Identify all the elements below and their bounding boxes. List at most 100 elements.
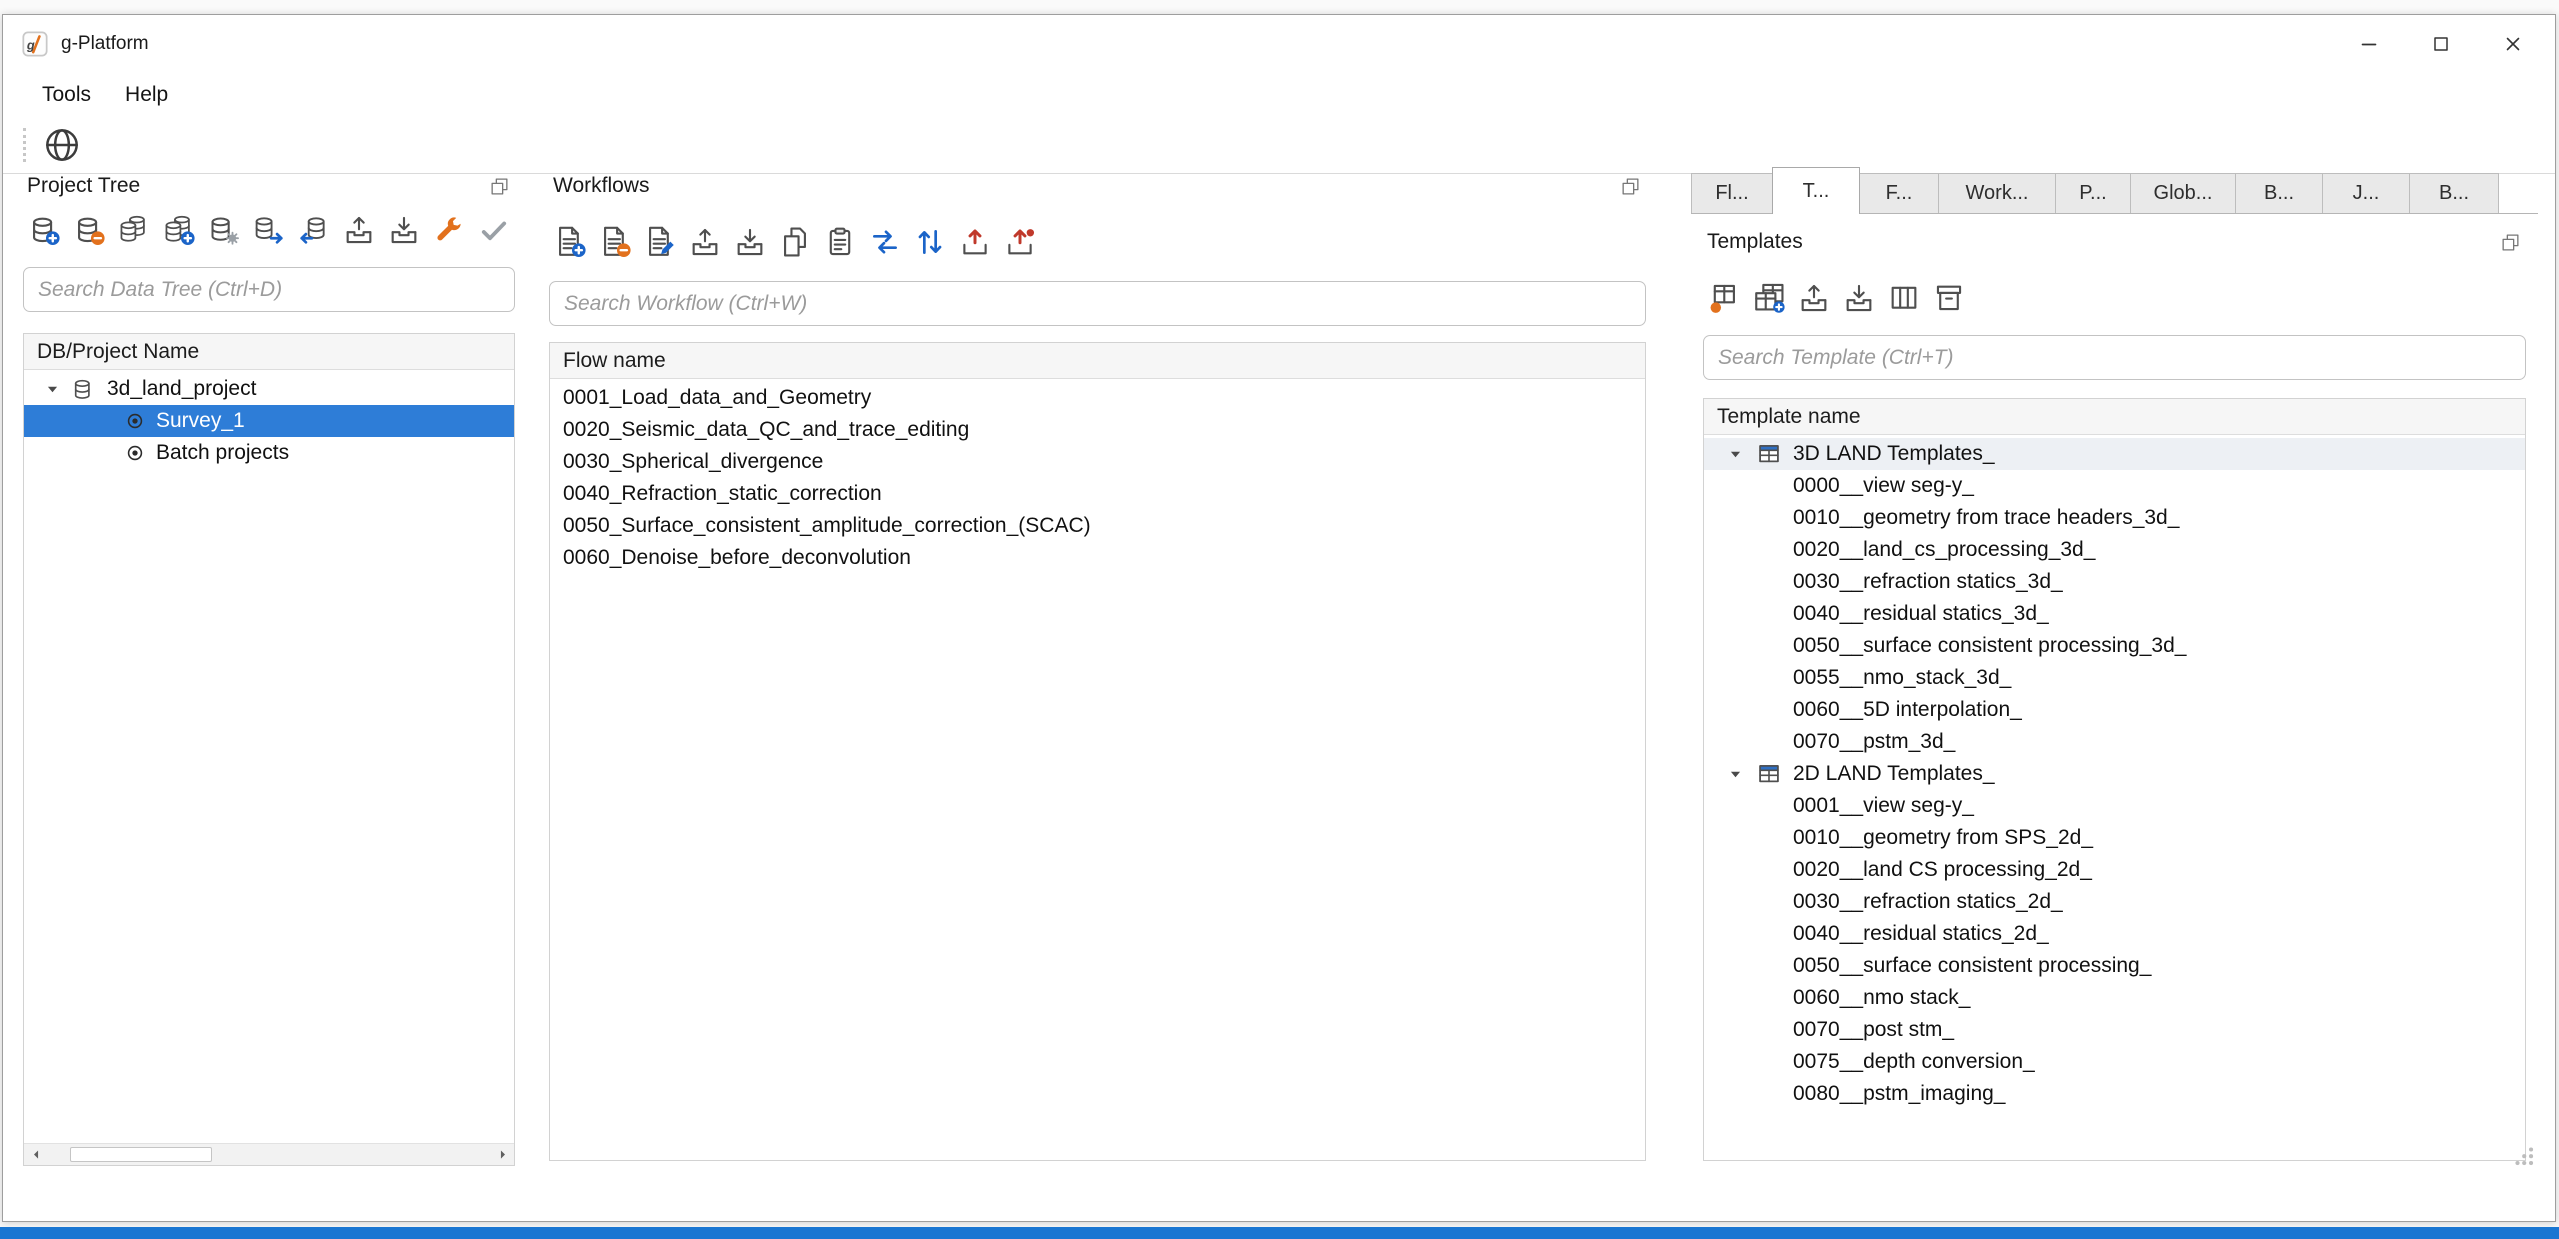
push-database-button[interactable] xyxy=(251,213,286,248)
tab-work[interactable]: Work... xyxy=(1938,173,2056,213)
add-template-button[interactable] xyxy=(1706,281,1741,316)
template-group-2d-land[interactable]: 2D LAND Templates_ xyxy=(1704,758,2525,790)
db-project-name-header[interactable]: DB/Project Name xyxy=(24,334,514,370)
template-row[interactable]: 0060__5D interpolation_ xyxy=(1704,694,2525,726)
pull-database-button[interactable] xyxy=(296,213,331,248)
tab-j[interactable]: J... xyxy=(2322,173,2410,213)
archive-template-button[interactable] xyxy=(1931,281,1966,316)
export-flow-button[interactable] xyxy=(687,225,722,260)
tab-b2[interactable]: B... xyxy=(2409,173,2499,213)
template-row[interactable]: 0040__residual statics_2d_ xyxy=(1704,918,2525,950)
edit-flow-button[interactable] xyxy=(642,225,677,260)
float-panel-icon[interactable] xyxy=(2500,232,2521,253)
push-database-icon xyxy=(252,213,286,247)
swap-flow-button[interactable] xyxy=(867,225,902,260)
template-row[interactable]: 0060__nmo stack_ xyxy=(1704,982,2525,1014)
caret-down-icon[interactable] xyxy=(1726,765,1745,784)
copy-database-button[interactable] xyxy=(116,213,151,248)
tree-row-batch-projects[interactable]: Batch projects xyxy=(24,437,514,469)
add-database-button[interactable] xyxy=(26,213,61,248)
swap-flow-icon xyxy=(868,225,902,259)
horizontal-scrollbar[interactable] xyxy=(24,1143,514,1165)
close-button[interactable] xyxy=(2477,15,2549,73)
scrollbar-thumb[interactable] xyxy=(70,1147,212,1162)
caret-down-icon[interactable] xyxy=(43,380,62,399)
scroll-left-icon[interactable] xyxy=(24,1144,48,1165)
template-row[interactable]: 0030__refraction statics_3d_ xyxy=(1704,566,2525,598)
template-group-3d-land[interactable]: 3D LAND Templates_ xyxy=(1704,438,2525,470)
transfer-flow-button[interactable] xyxy=(912,225,947,260)
import-archive-button[interactable] xyxy=(386,213,421,248)
tab-f[interactable]: F... xyxy=(1859,173,1939,213)
menu-bar: Tools Help xyxy=(3,73,2555,117)
scroll-right-icon[interactable] xyxy=(490,1144,514,1165)
flow-row[interactable]: 0001_Load_data_and_Geometry xyxy=(550,382,1645,414)
template-row[interactable]: 0075__depth conversion_ xyxy=(1704,1046,2525,1078)
remove-database-button[interactable] xyxy=(71,213,106,248)
project-label: 3d_land_project xyxy=(107,377,256,401)
run-flow-button[interactable] xyxy=(957,225,992,260)
search-data-tree-input[interactable] xyxy=(30,278,508,302)
export-template-button[interactable] xyxy=(1796,281,1831,316)
template-columns-button[interactable] xyxy=(1886,281,1921,316)
clone-database-button[interactable] xyxy=(161,213,196,248)
flow-row[interactable]: 0030_Spherical_divergence xyxy=(550,446,1645,478)
paste-flow-button[interactable] xyxy=(822,225,857,260)
tree-row-project[interactable]: 3d_land_project xyxy=(24,373,514,405)
tab-glob[interactable]: Glob... xyxy=(2130,173,2236,213)
copy-template-button[interactable] xyxy=(1751,281,1786,316)
float-panel-icon[interactable] xyxy=(1620,176,1641,197)
tab-fl[interactable]: Fl... xyxy=(1691,173,1773,213)
remove-flow-button[interactable] xyxy=(597,225,632,260)
tab-b1[interactable]: B... xyxy=(2235,173,2323,213)
workflows-panel: Workflows Flow name 0001_Load_data_and_G… xyxy=(549,168,1646,1161)
search-template-input[interactable] xyxy=(1710,346,2519,370)
globe-icon[interactable] xyxy=(42,125,82,165)
flow-row[interactable]: 0060_Denoise_before_deconvolution xyxy=(550,542,1645,574)
template-name-header[interactable]: Template name xyxy=(1704,399,2525,435)
flow-name-header[interactable]: Flow name xyxy=(550,343,1645,379)
template-row[interactable]: 0070__post stm_ xyxy=(1704,1014,2525,1046)
add-flow-button[interactable] xyxy=(552,225,587,260)
apply-check-button[interactable] xyxy=(476,213,511,248)
menu-help[interactable]: Help xyxy=(108,73,185,117)
menu-tools[interactable]: Tools xyxy=(25,73,108,117)
minimize-button[interactable] xyxy=(2333,15,2405,73)
caret-down-icon[interactable] xyxy=(1726,445,1745,464)
flow-row[interactable]: 0020_Seismic_data_QC_and_trace_editing xyxy=(550,414,1645,446)
run-flow-batch-button[interactable] xyxy=(1002,225,1037,260)
template-row[interactable]: 0020__land CS processing_2d_ xyxy=(1704,854,2525,886)
tab-p[interactable]: P... xyxy=(2055,173,2131,213)
toolbar-drag-handle[interactable] xyxy=(23,128,26,162)
template-row[interactable]: 0055__nmo_stack_3d_ xyxy=(1704,662,2525,694)
template-row[interactable]: 0050__surface consistent processing_3d_ xyxy=(1704,630,2525,662)
export-archive-button[interactable] xyxy=(341,213,376,248)
tab-templates[interactable]: T... xyxy=(1772,167,1860,214)
database-icon xyxy=(71,377,95,401)
template-row[interactable]: 0020__land_cs_processing_3d_ xyxy=(1704,534,2525,566)
import-template-button[interactable] xyxy=(1841,281,1876,316)
template-row[interactable]: 0080__pstm_imaging_ xyxy=(1704,1078,2525,1110)
template-row[interactable]: 0000__view seg-y_ xyxy=(1704,470,2525,502)
template-row[interactable]: 0010__geometry from trace headers_3d_ xyxy=(1704,502,2525,534)
repair-tools-button[interactable] xyxy=(431,213,466,248)
tree-row-survey[interactable]: Survey_1 xyxy=(24,405,514,437)
maximize-button[interactable] xyxy=(2405,15,2477,73)
flow-row[interactable]: 0040_Refraction_static_correction xyxy=(550,478,1645,510)
search-workflow-input[interactable] xyxy=(556,292,1639,316)
template-row[interactable]: 0010__geometry from SPS_2d_ xyxy=(1704,822,2525,854)
scrollbar-track[interactable] xyxy=(48,1144,490,1165)
flow-row[interactable]: 0050_Surface_consistent_amplitude_correc… xyxy=(550,510,1645,542)
import-flow-icon xyxy=(733,225,767,259)
template-row[interactable]: 0001__view seg-y_ xyxy=(1704,790,2525,822)
search-data-tree xyxy=(23,267,515,312)
template-row[interactable]: 0030__refraction statics_2d_ xyxy=(1704,886,2525,918)
database-settings-button[interactable] xyxy=(206,213,241,248)
import-flow-button[interactable] xyxy=(732,225,767,260)
float-panel-icon[interactable] xyxy=(489,176,510,197)
template-row[interactable]: 0070__pstm_3d_ xyxy=(1704,726,2525,758)
resize-grip[interactable] xyxy=(2511,1143,2537,1169)
copy-flow-button[interactable] xyxy=(777,225,812,260)
template-row[interactable]: 0040__residual statics_3d_ xyxy=(1704,598,2525,630)
template-row[interactable]: 0050__surface consistent processing_ xyxy=(1704,950,2525,982)
